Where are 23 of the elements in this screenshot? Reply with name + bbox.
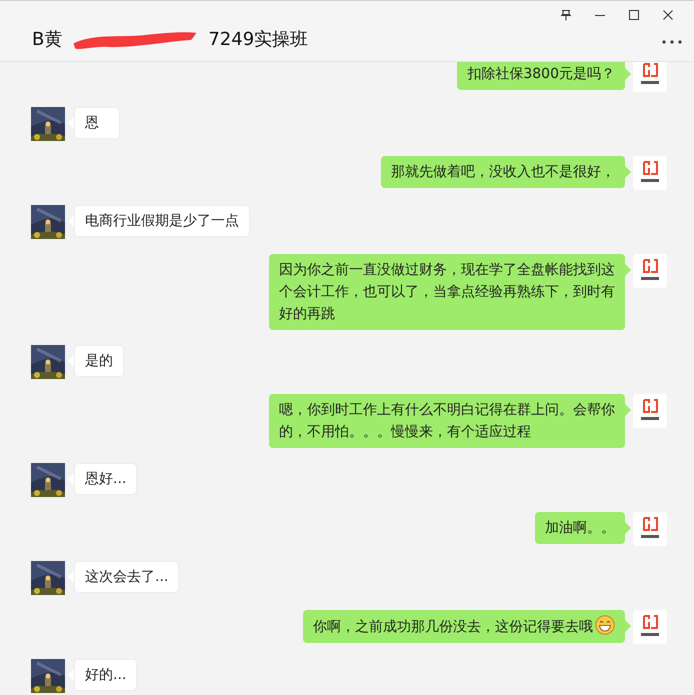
received-message-bubble: 电商行业假期是少了一点	[74, 205, 250, 237]
received-message-bubble: 好的...	[74, 659, 138, 691]
sent-message-bubble: 那就先做着吧，没收入也不是很好，	[381, 156, 625, 188]
logo-icon	[633, 254, 667, 288]
logo-icon	[633, 394, 667, 428]
received-message-bubble: 这次会去了...	[74, 561, 180, 593]
received-message-bubble: 恩好...	[74, 463, 138, 495]
maximize-icon[interactable]	[628, 9, 640, 21]
logo-icon	[633, 610, 667, 644]
received-message-bubble: 是的	[74, 345, 124, 377]
logo-icon	[633, 156, 667, 190]
sent-message-bubble: 因为你之前一直没做过财务，现在学了全盘帐能找到这个会计工作，也可以了，当拿点经验再熟练下，到时有好的再跳	[269, 254, 625, 330]
window-title: 7249实操班	[208, 28, 308, 51]
logo-icon	[633, 512, 667, 546]
sent-message-bubble: 你啊，之前成功那几份没去，这份记得要去哦	[303, 610, 625, 643]
sent-message-bubble: 扣除社保3800元是吗？	[457, 62, 625, 90]
pin-icon[interactable]	[560, 9, 572, 21]
window-title: B黄	[32, 28, 62, 51]
more-icon[interactable]	[662, 40, 682, 44]
sent-message-bubble: 嗯，你到时工作上有什么不明白记得在群上问。会帮你的，不用怕。。。慢慢来，有个适应过程	[269, 394, 625, 448]
close-icon[interactable]	[662, 9, 674, 21]
received-message-bubble: 恩	[74, 107, 120, 139]
sent-message-bubble: 加油啊。。	[535, 512, 625, 544]
